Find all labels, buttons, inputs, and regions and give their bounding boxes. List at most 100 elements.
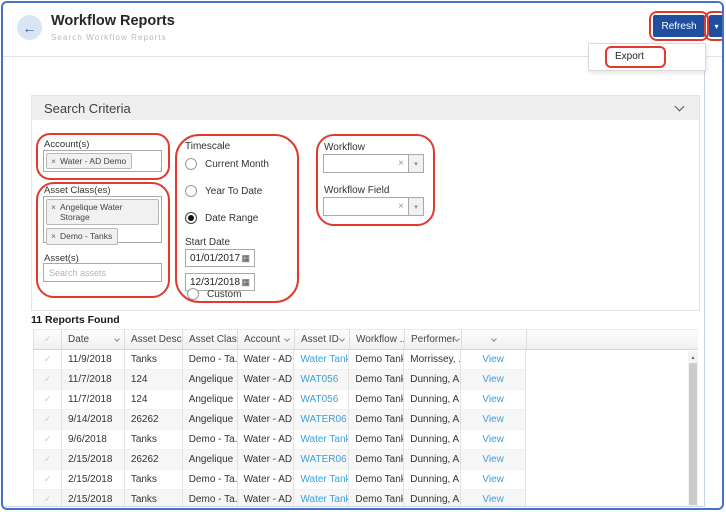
clear-icon[interactable]: × [398, 159, 404, 169]
row-select-check[interactable]: ✓ [34, 390, 62, 410]
table-row[interactable]: ✓2/15/201826262Angelique ...Water - AD..… [34, 450, 526, 470]
table-row[interactable]: ✓11/9/2018TanksDemo - Ta...Water - AD...… [34, 350, 526, 370]
radio-circle-icon[interactable] [185, 185, 197, 197]
page-subtitle: Search Workflow Reports [51, 33, 167, 42]
collapse-chevron-icon[interactable] [675, 102, 685, 112]
column-header-date[interactable]: Date [62, 330, 125, 349]
radio-year-to-date[interactable]: Year To Date [185, 185, 262, 197]
table-row[interactable]: ✓9/14/201826262Angelique ...Water - AD..… [34, 410, 526, 430]
remove-tag-icon[interactable]: × [51, 156, 56, 166]
search-criteria-title: Search Criteria [44, 101, 131, 116]
radio-custom[interactable]: Custom [187, 288, 241, 300]
table-row[interactable]: ✓11/7/2018124Angelique ...Water - AD...W… [34, 390, 526, 410]
calendar-icon[interactable]: ▦ [241, 278, 250, 287]
column-header-asset-class[interactable]: Asset Class [183, 330, 238, 349]
view-link[interactable]: View [461, 390, 526, 410]
column-header-account[interactable]: Account [238, 330, 295, 349]
row-select-check[interactable]: ✓ [34, 450, 62, 470]
start-date-input[interactable]: 01/01/2017 ▦ [185, 249, 255, 267]
radio-label: Date Range [205, 213, 258, 224]
tag-label: Demo - Tanks [60, 231, 112, 241]
assets-search-input[interactable] [43, 263, 162, 282]
row-select-check[interactable]: ✓ [34, 490, 62, 506]
refresh-dropdown-button[interactable]: ▾ [709, 15, 724, 37]
view-link[interactable]: View [461, 350, 526, 370]
radio-circle-icon[interactable] [187, 288, 199, 300]
row-select-check[interactable]: ✓ [34, 430, 62, 450]
row-select-check[interactable]: ✓ [34, 350, 62, 370]
asset-classes-tagbox[interactable]: ×Angelique Water Storage×Demo - Tanks [43, 196, 162, 243]
table-cell: Water - AD... [238, 410, 295, 430]
selected-tag[interactable]: × Demo - Tanks [46, 228, 118, 244]
scrollbar-thumb[interactable] [689, 363, 697, 505]
column-header-view[interactable] [462, 330, 527, 349]
radio-circle-icon[interactable] [185, 158, 197, 170]
asset-id-link[interactable]: WATER06 [294, 450, 349, 470]
asset-id-link[interactable]: Water Tank... [294, 350, 349, 370]
clear-icon[interactable]: × [398, 202, 404, 212]
table-cell: Dunning, A... [404, 410, 461, 430]
back-button[interactable]: ← [17, 15, 42, 40]
remove-tag-icon[interactable]: × [51, 231, 56, 241]
scroll-up-icon[interactable]: ▴ [688, 352, 698, 362]
search-criteria-header[interactable]: Search Criteria [32, 96, 699, 120]
radio-current-month[interactable]: Current Month [185, 158, 269, 170]
asset-id-link[interactable]: Water Tank... [294, 470, 349, 490]
row-select-check[interactable]: ✓ [34, 470, 62, 490]
asset-id-link[interactable]: WATER06 [294, 410, 349, 430]
vertical-scrollbar[interactable]: ▴ [688, 351, 698, 506]
chevron-down-icon[interactable] [339, 336, 345, 342]
asset-id-link[interactable]: Water Tank... [294, 490, 349, 506]
remove-tag-icon[interactable]: × [51, 202, 56, 222]
radio-date-range[interactable]: Date Range [185, 212, 258, 224]
view-link[interactable]: View [461, 430, 526, 450]
combo-dropdown-button[interactable]: ▾ [408, 198, 423, 215]
end-date-value: 12/31/2018 [190, 277, 240, 288]
select-all-header[interactable]: ✓ [34, 330, 62, 349]
chevron-down-icon[interactable] [491, 336, 497, 342]
table-cell: Dunning, A... [404, 370, 461, 390]
table-cell: Demo Tank... [349, 490, 404, 506]
column-header-asset-id[interactable]: Asset ID [295, 330, 350, 349]
workflow-combobox[interactable]: × ▾ [323, 154, 424, 173]
table-cell: Tanks [125, 430, 183, 450]
view-link[interactable]: View [461, 370, 526, 390]
view-link[interactable]: View [461, 470, 526, 490]
refresh-button[interactable]: Refresh [653, 15, 705, 37]
chevron-down-icon[interactable] [114, 336, 120, 342]
view-link[interactable]: View [461, 450, 526, 470]
asset-id-link[interactable]: WAT056 [294, 390, 349, 410]
chevron-down-icon[interactable] [284, 336, 290, 342]
selected-tag[interactable]: ×Angelique Water Storage [46, 199, 159, 225]
view-link[interactable]: View [461, 410, 526, 430]
content-bottom-edge [5, 506, 705, 507]
table-cell: Water - AD... [238, 450, 295, 470]
column-header-asset-desc-[interactable]: Asset Desc... [125, 330, 183, 349]
selected-tag[interactable]: ×Water - AD Demo [46, 153, 132, 169]
combo-dropdown-button[interactable]: ▾ [408, 155, 423, 172]
table-row[interactable]: ✓11/7/2018124Angelique ...Water - AD...W… [34, 370, 526, 390]
table-row[interactable]: ✓9/6/2018TanksDemo - Ta...Water - AD...W… [34, 430, 526, 450]
accounts-tagbox[interactable]: ×Water - AD Demo [43, 150, 162, 172]
app-window: ← Workflow Reports Search Workflow Repor… [1, 1, 724, 510]
table-cell: Demo Tank... [349, 350, 404, 370]
export-menu-item[interactable]: Export [615, 51, 644, 62]
row-select-check[interactable]: ✓ [34, 370, 62, 390]
row-select-check[interactable]: ✓ [34, 410, 62, 430]
tag-label: Angelique Water Storage [60, 202, 153, 222]
column-header-performer[interactable]: Performer [405, 330, 462, 349]
asset-id-link[interactable]: WAT056 [294, 370, 349, 390]
table-row[interactable]: ✓2/15/2018TanksDemo - Ta...Water - AD...… [34, 470, 526, 490]
table-row[interactable]: ✓2/15/2018TanksDemo - Ta...Water - AD...… [34, 490, 526, 506]
column-header-workflow-[interactable]: Workflow ... [350, 330, 405, 349]
chevron-down-icon[interactable] [455, 336, 461, 342]
workflow-field-combobox[interactable]: × ▾ [323, 197, 424, 216]
table-cell: 11/7/2018 [62, 370, 125, 390]
table-cell: Demo Tank... [349, 470, 404, 490]
table-cell: 26262 [125, 410, 183, 430]
calendar-icon[interactable]: ▦ [241, 254, 250, 263]
radio-circle-icon[interactable] [185, 212, 197, 224]
asset-id-link[interactable]: Water Tank... [294, 430, 349, 450]
view-link[interactable]: View [461, 490, 526, 506]
table-cell: 26262 [125, 450, 183, 470]
